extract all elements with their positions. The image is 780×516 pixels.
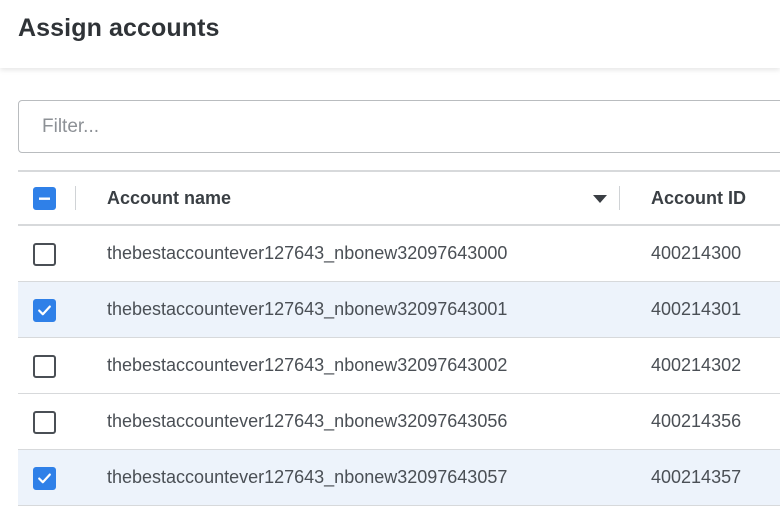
account-id-cell: 400214356 bbox=[651, 411, 742, 431]
table-header-row: Account name Account ID bbox=[18, 172, 780, 226]
page-title: Assign accounts bbox=[18, 14, 220, 42]
column-header-account-name[interactable]: Account name bbox=[107, 172, 231, 224]
row-checkbox[interactable] bbox=[33, 355, 56, 378]
account-id-cell: 400214300 bbox=[651, 243, 742, 263]
column-separator bbox=[75, 186, 76, 210]
check-icon bbox=[38, 305, 51, 316]
row-checkbox[interactable] bbox=[33, 467, 56, 490]
dialog-header: Assign accounts bbox=[0, 0, 780, 68]
column-header-account-id[interactable]: Account ID bbox=[651, 172, 746, 224]
caret-down-icon[interactable] bbox=[593, 195, 607, 203]
check-icon bbox=[38, 473, 51, 484]
filter-input[interactable] bbox=[18, 100, 780, 153]
dialog-body: Account name Account ID thebestaccountev… bbox=[0, 68, 780, 516]
row-checkbox[interactable] bbox=[33, 299, 56, 322]
account-id-cell: 400214302 bbox=[651, 355, 742, 375]
select-all-checkbox[interactable] bbox=[33, 187, 56, 210]
table-row[interactable]: thebestaccountever127643_nbonew320976430… bbox=[18, 450, 780, 506]
row-checkbox[interactable] bbox=[33, 411, 56, 434]
table-body: thebestaccountever127643_nbonew320976430… bbox=[18, 226, 780, 506]
account-id-cell: 400214357 bbox=[651, 467, 742, 487]
accounts-table: Account name Account ID thebestaccountev… bbox=[18, 170, 780, 506]
column-separator bbox=[619, 186, 620, 210]
table-row[interactable]: thebestaccountever127643_nbonew320976430… bbox=[18, 394, 780, 450]
minus-icon bbox=[39, 197, 50, 200]
account-name-cell: thebestaccountever127643_nbonew320976430… bbox=[107, 355, 508, 375]
table-row[interactable]: thebestaccountever127643_nbonew320976430… bbox=[18, 338, 780, 394]
account-id-cell: 400214301 bbox=[651, 299, 742, 319]
account-name-cell: thebestaccountever127643_nbonew320976430… bbox=[107, 411, 508, 431]
table-row[interactable]: thebestaccountever127643_nbonew320976430… bbox=[18, 282, 780, 338]
account-name-cell: thebestaccountever127643_nbonew320976430… bbox=[107, 299, 508, 319]
account-name-cell: thebestaccountever127643_nbonew320976430… bbox=[107, 467, 508, 487]
account-name-cell: thebestaccountever127643_nbonew320976430… bbox=[107, 243, 508, 263]
table-row[interactable]: thebestaccountever127643_nbonew320976430… bbox=[18, 226, 780, 282]
row-checkbox[interactable] bbox=[33, 243, 56, 266]
